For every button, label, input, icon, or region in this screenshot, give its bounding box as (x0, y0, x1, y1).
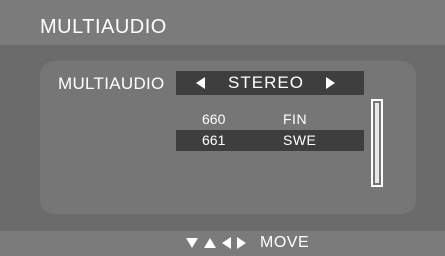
track-language: FIN (283, 111, 308, 127)
page-title: MULTIAUDIO (40, 16, 167, 38)
arrow-left-icon (222, 237, 231, 249)
track-row-661[interactable]: 661 SWE (176, 130, 364, 151)
arrow-down-icon (186, 238, 198, 248)
track-number: 660 (202, 111, 226, 127)
audio-mode-value: STEREO (228, 73, 304, 92)
navigation-hint: MOVE (186, 234, 309, 252)
track-list-scrollbar[interactable] (371, 99, 383, 187)
track-language: SWE (283, 132, 317, 148)
hint-label: MOVE (260, 234, 310, 251)
arrow-right-icon[interactable] (326, 77, 335, 89)
track-number: 661 (202, 132, 226, 148)
multiaudio-label: MULTIAUDIO (58, 74, 165, 93)
arrow-left-icon[interactable] (196, 77, 205, 89)
arrow-right-icon (237, 237, 246, 249)
track-row-660[interactable]: 660 FIN (176, 109, 364, 130)
arrow-up-icon (204, 238, 216, 248)
scroll-thumb[interactable] (375, 103, 379, 183)
